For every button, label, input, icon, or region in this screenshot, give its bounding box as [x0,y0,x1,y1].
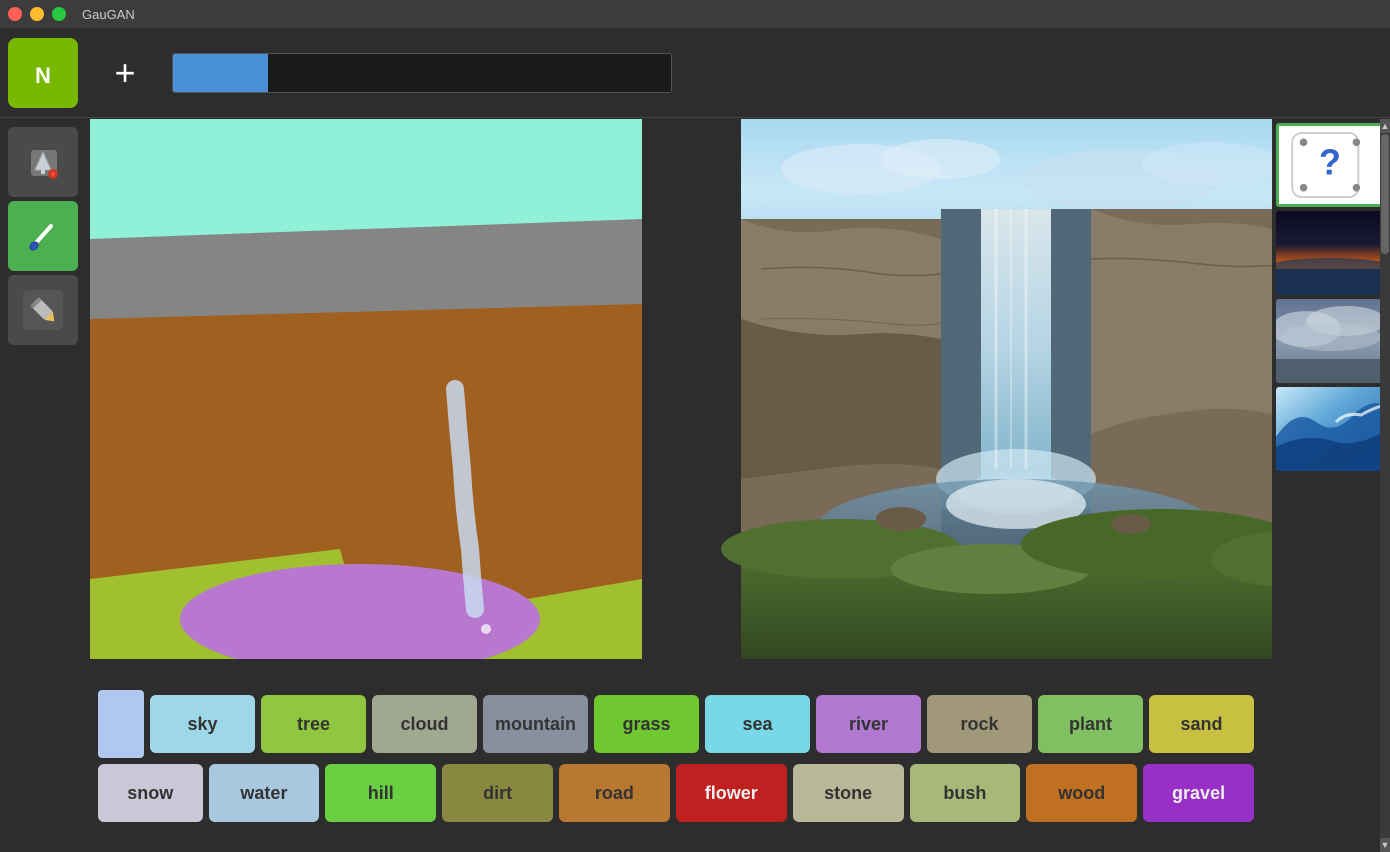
pencil-tool-button[interactable] [8,275,78,345]
fill-tool-button[interactable] [8,127,78,197]
canvas-area [90,119,1390,659]
maximize-button[interactable] [52,7,66,21]
titlebar: GauGAN [0,0,1390,28]
label-mountain-button[interactable]: mountain [483,695,588,753]
label-tree-button[interactable]: tree [261,695,366,753]
label-snow-button[interactable]: snow [98,764,203,822]
label-bush-button[interactable]: bush [910,764,1021,822]
tools-panel [0,119,90,353]
label-sand-button[interactable]: sand [1149,695,1254,753]
label-palette: sky tree cloud mountain grass sea river … [90,682,1262,852]
label-sky-button[interactable]: sky [150,695,255,753]
label-dirt-button[interactable]: dirt [442,764,553,822]
thumbnail-panel: ? [1272,119,1390,852]
label-flower-button[interactable]: flower [676,764,787,822]
palette-row-2: snow water hill dirt road flower stone b… [98,764,1254,822]
thumbnail-wave[interactable] [1276,387,1384,471]
progress-fill [173,54,268,92]
label-gravel-button[interactable]: gravel [1143,764,1254,822]
label-sea-button[interactable]: sea [705,695,810,753]
palette-row-1: sky tree cloud mountain grass sea river … [98,690,1254,758]
label-hill-button[interactable]: hill [325,764,436,822]
label-stone-button[interactable]: stone [793,764,904,822]
brush-tool-button[interactable] [8,201,78,271]
close-button[interactable] [8,7,22,21]
label-rock-button[interactable]: rock [927,695,1032,753]
thumbnail-clouds[interactable] [1276,299,1384,383]
label-water-button[interactable]: water [209,764,320,822]
scroll-up-arrow[interactable]: ▲ [1380,119,1390,133]
label-wood-button[interactable]: wood [1026,764,1137,822]
drawing-canvas[interactable] [90,119,642,659]
scroll-handle[interactable] [1381,134,1389,254]
active-color-swatch[interactable] [98,690,144,758]
label-plant-button[interactable]: plant [1038,695,1143,753]
label-river-button[interactable]: river [816,695,921,753]
scroll-down-arrow[interactable]: ▼ [1380,838,1390,852]
minimize-button[interactable] [30,7,44,21]
progress-track [268,54,671,92]
add-button[interactable]: + [90,38,160,108]
app-title: GauGAN [82,7,135,22]
thumbnail-sunset[interactable] [1276,211,1384,295]
thumbnail-dice[interactable]: ? [1276,123,1384,207]
label-road-button[interactable]: road [559,764,670,822]
label-cloud-button[interactable]: cloud [372,695,477,753]
svg-text:N: N [35,63,51,88]
thumbnail-scrollbar[interactable]: ▲ ▼ [1380,119,1390,852]
nvidia-logo-button[interactable]: N [8,38,78,108]
label-grass-button[interactable]: grass [594,695,699,753]
progress-bar[interactable] [172,53,672,93]
svg-text:?: ? [1319,142,1341,182]
toolbar: N + [0,28,1390,118]
